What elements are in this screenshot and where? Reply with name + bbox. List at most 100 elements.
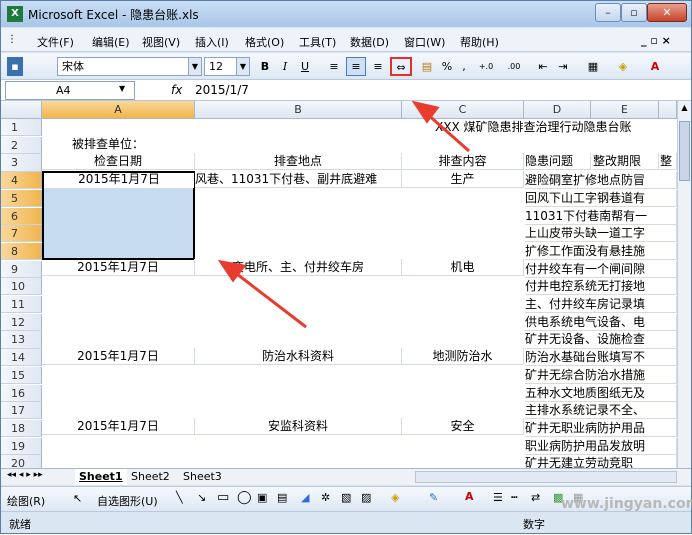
cell-d11[interactable]: 主、付井绞车房记录填 [525,296,677,314]
menu-window[interactable]: 窗口(W) [404,34,445,50]
align-right-icon[interactable]: ≡ [368,57,388,76]
menu-tools[interactable]: 工具(T) [299,34,336,50]
cell-d16[interactable]: 五种水文地质图纸无及 [525,384,677,402]
font-color-icon[interactable]: A [641,57,669,76]
column-header-e[interactable]: E [591,101,659,119]
vertical-textbox-icon[interactable]: ▤ [277,491,287,504]
cell-b4[interactable]: 风巷、11031下付巷、副井底避难 [195,171,402,189]
fill-color-icon[interactable]: ◈ [609,57,637,76]
menu-view[interactable]: 视图(V) [142,34,180,50]
minimize-button[interactable]: – [595,3,621,22]
arrow-style-icon[interactable]: ⇄ [531,491,540,504]
tab-sheet3[interactable]: Sheet3 [179,469,226,485]
arrow-icon[interactable]: ↘ [197,491,206,504]
function-icon[interactable]: fx [171,83,182,97]
dash-style-icon[interactable]: ┅ [511,491,518,504]
horizontal-scrollbar[interactable] [415,471,677,483]
cell-d4[interactable]: 避险硐室扩修地点防冒 [525,172,677,190]
cell-d20[interactable]: 矿井无建立劳动竞职 [525,455,677,468]
row-header-8[interactable]: 8 [1,242,42,261]
cell-c18[interactable]: 安全 [402,418,524,436]
row-header-12[interactable]: 12 [1,313,42,331]
menu-insert[interactable]: 插入(I) [195,34,229,50]
menu-file[interactable]: 文件(F) [37,34,74,50]
align-left-icon[interactable]: ≡ [324,57,344,76]
align-center-icon[interactable]: ≡ [346,57,366,76]
cell-b14[interactable]: 防治水科资料 [195,348,402,366]
increase-indent-icon[interactable]: ⇥ [553,57,573,76]
row-header-15[interactable]: 15 [1,366,42,384]
cell-d5[interactable]: 回风下山工字钢巷道有 [525,189,677,207]
name-box[interactable]: A4 [5,81,135,100]
chevron-down-icon[interactable]: ▼ [119,84,125,93]
row-header-9[interactable]: 9 [1,260,42,278]
close-button[interactable]: ✕ [647,3,687,22]
cell-d13[interactable]: 矿井无设备、设施检查 [525,331,677,349]
textbox-icon[interactable]: ▣ [257,491,267,504]
rectangle-icon[interactable]: ▭ [217,490,229,505]
wordart-icon[interactable]: ◢ [301,491,309,504]
borders-icon[interactable]: ▦ [581,57,605,76]
cell-c9[interactable]: 机电 [402,259,524,277]
cell-d18[interactable]: 矿井无职业病防护用品 [525,419,677,438]
row-header-20[interactable]: 20 [1,455,42,468]
row-header-14[interactable]: 14 [1,349,42,367]
cell-d19[interactable]: 职业病防护用品发放明 [525,437,677,455]
cell-d14[interactable]: 防治水基础台账填写不 [525,349,677,367]
workbook-controls[interactable]: _ ▫ × [641,34,671,47]
fill-color-icon[interactable]: ◈ [391,491,399,504]
cell-d12[interactable]: 供电系统电气设备、电 [525,313,677,331]
bold-button[interactable]: B [256,57,274,76]
percent-button[interactable]: % [439,57,455,76]
row-header-10[interactable]: 10 [1,278,42,296]
menu-data[interactable]: 数据(D) [350,34,389,50]
decrease-decimal-button[interactable]: .00 +.0 [501,57,527,88]
select-pointer-icon[interactable]: ↖ [73,492,82,505]
font-select[interactable]: 宋体 ▼ [57,57,202,76]
merge-center-icon[interactable]: ⇔ [390,57,412,76]
cell-b18[interactable]: 安监科资料 [195,418,402,436]
row-header-4[interactable]: 4 [1,172,42,190]
oval-icon[interactable]: ◯ [237,490,252,505]
cell-a4[interactable]: 2015年1月7日 [44,171,194,188]
row-header-19[interactable]: 19 [1,437,42,455]
menu-help[interactable]: 帮助(H) [460,34,499,50]
draw-menu[interactable]: 绘图(R) [7,493,45,509]
select-all-corner[interactable] [1,101,42,119]
scroll-thumb[interactable] [679,121,690,181]
row-header-3[interactable]: 3 [1,154,42,172]
line-style-icon[interactable]: ☰ [493,491,503,504]
row-header-16[interactable]: 16 [1,384,42,402]
clipart-icon[interactable]: ▧ [341,491,351,504]
decrease-indent-icon[interactable]: ⇤ [533,57,553,76]
row-header-6[interactable]: 6 [1,207,42,225]
cell-b9[interactable]: 变电所、主、付井绞车房 [195,259,402,277]
cell-a9[interactable]: 2015年1月7日 [42,259,195,277]
maximize-button[interactable]: ▫ [621,3,647,22]
spreadsheet-grid[interactable]: A B C D E 1 2 3 4 5 6 7 8 9 10 11 12 13 14 15 16 17 18 19 2… [1,101,677,468]
row-header-5[interactable]: 5 [1,189,42,207]
cell-d10[interactable]: 付井电控系统无打接地 [525,278,677,296]
cell-d15[interactable]: 矿井无综合防治水措施 [525,366,677,384]
cell-c14[interactable]: 地测防治水 [402,348,524,366]
column-header-b[interactable]: B [195,101,402,119]
row-header-11[interactable]: 11 [1,296,42,314]
cell-a18[interactable]: 2015年1月7日 [42,418,195,436]
cell-d8[interactable]: 扩修工作面没有悬挂施 [525,242,677,261]
font-color-icon[interactable]: A [465,490,474,503]
column-header-a[interactable]: A [42,101,195,119]
cell-d17[interactable]: 主排水系统记录不全、 [525,402,677,420]
diagram-icon[interactable]: ✲ [321,491,330,504]
menu-format[interactable]: 格式(O) [245,34,284,50]
line-icon[interactable]: ╲ [176,491,183,504]
comma-button[interactable]: , [457,57,471,76]
row-header-7[interactable]: 7 [1,225,42,243]
tab-sheet1[interactable]: Sheet1 [75,469,127,485]
line-color-icon[interactable]: ✎ [429,491,438,504]
column-header-f[interactable] [659,101,677,119]
column-header-c[interactable]: C [402,101,524,119]
cell-d6[interactable]: 11031下付巷南帮有一 [525,207,677,225]
italic-button[interactable]: I [276,57,294,76]
autoshape-menu[interactable]: 自选图形(U) [97,493,158,509]
scroll-up-icon[interactable]: ▲ [679,103,690,117]
